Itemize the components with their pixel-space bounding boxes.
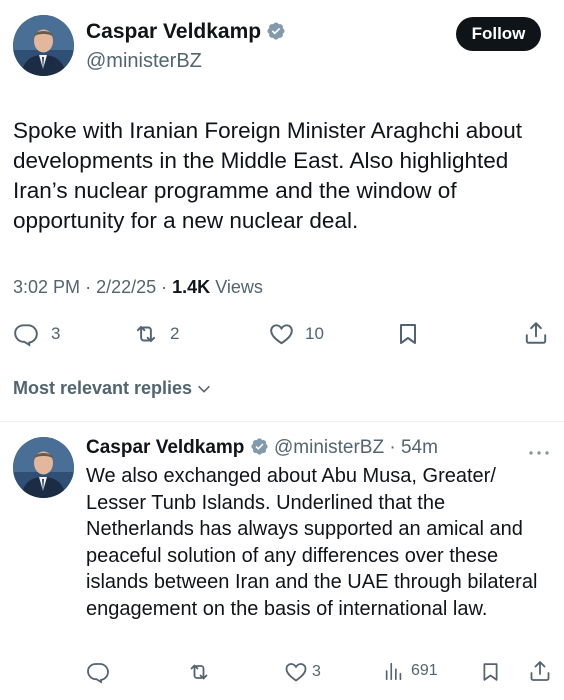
reply-button[interactable]: 3 (13, 321, 60, 347)
analytics-icon (385, 662, 402, 681)
follow-button[interactable]: Follow (456, 17, 541, 51)
reply-repost-button[interactable] (186, 660, 212, 684)
author-name[interactable]: Caspar Veldkamp (86, 20, 261, 43)
reply-text: We also exchanged about Abu Musa, Greate… (86, 465, 538, 620)
reply-author-handle[interactable]: @ministerBZ (274, 437, 384, 458)
repost-button[interactable]: 2 (132, 321, 179, 347)
reply-like-button[interactable]: 3 (284, 660, 321, 684)
tweet-date[interactable]: 2/22/25 (96, 277, 156, 297)
bookmark-icon (483, 663, 498, 681)
heart-icon (270, 324, 293, 345)
replies-sort-dropdown[interactable]: Most relevant replies (13, 378, 212, 399)
more-options-icon[interactable] (528, 444, 550, 462)
views-count: 1.4K (172, 277, 211, 297)
reply-like-count: 3 (312, 663, 321, 680)
verified-badge-icon (250, 437, 269, 456)
repost-icon (190, 664, 208, 680)
reply-bookmark-button[interactable] (480, 660, 501, 684)
divider (0, 421, 564, 422)
reply-age[interactable]: 54m (401, 437, 438, 458)
reply-author-avatar[interactable] (13, 437, 74, 498)
reply-icon (14, 324, 38, 347)
author-avatar[interactable] (13, 15, 74, 76)
reply-count: 3 (51, 324, 61, 343)
repost-count: 2 (170, 324, 180, 343)
bookmark-icon (400, 324, 416, 344)
heart-icon (285, 663, 307, 682)
tweet-meta: 3:02 PM · 2/22/25 · 1.4K Views (13, 277, 263, 297)
reply-reply-button[interactable] (86, 660, 110, 684)
replies-header: Most relevant replies (13, 378, 193, 398)
verified-badge-icon (266, 21, 286, 41)
share-icon (530, 661, 550, 681)
tweet-text: Spoke with Iranian Foreign Minister Arag… (13, 118, 523, 233)
repost-icon (136, 325, 156, 343)
reply-share-button[interactable] (528, 658, 552, 684)
reply-icon (87, 663, 109, 684)
like-button[interactable]: 10 (268, 321, 324, 347)
chevron-down-icon (198, 385, 210, 393)
like-count: 10 (305, 324, 324, 343)
reply-views-button[interactable]: 691 (383, 660, 438, 682)
bookmark-button[interactable] (396, 321, 420, 347)
share-button[interactable] (523, 319, 549, 347)
tweet-time[interactable]: 3:02 PM (13, 277, 80, 297)
share-icon (525, 322, 547, 344)
reply-author-name[interactable]: Caspar Veldkamp (86, 437, 244, 458)
views-label: Views (215, 277, 263, 297)
reply-views-count: 691 (411, 662, 438, 679)
author-handle[interactable]: @ministerBZ (86, 50, 202, 73)
